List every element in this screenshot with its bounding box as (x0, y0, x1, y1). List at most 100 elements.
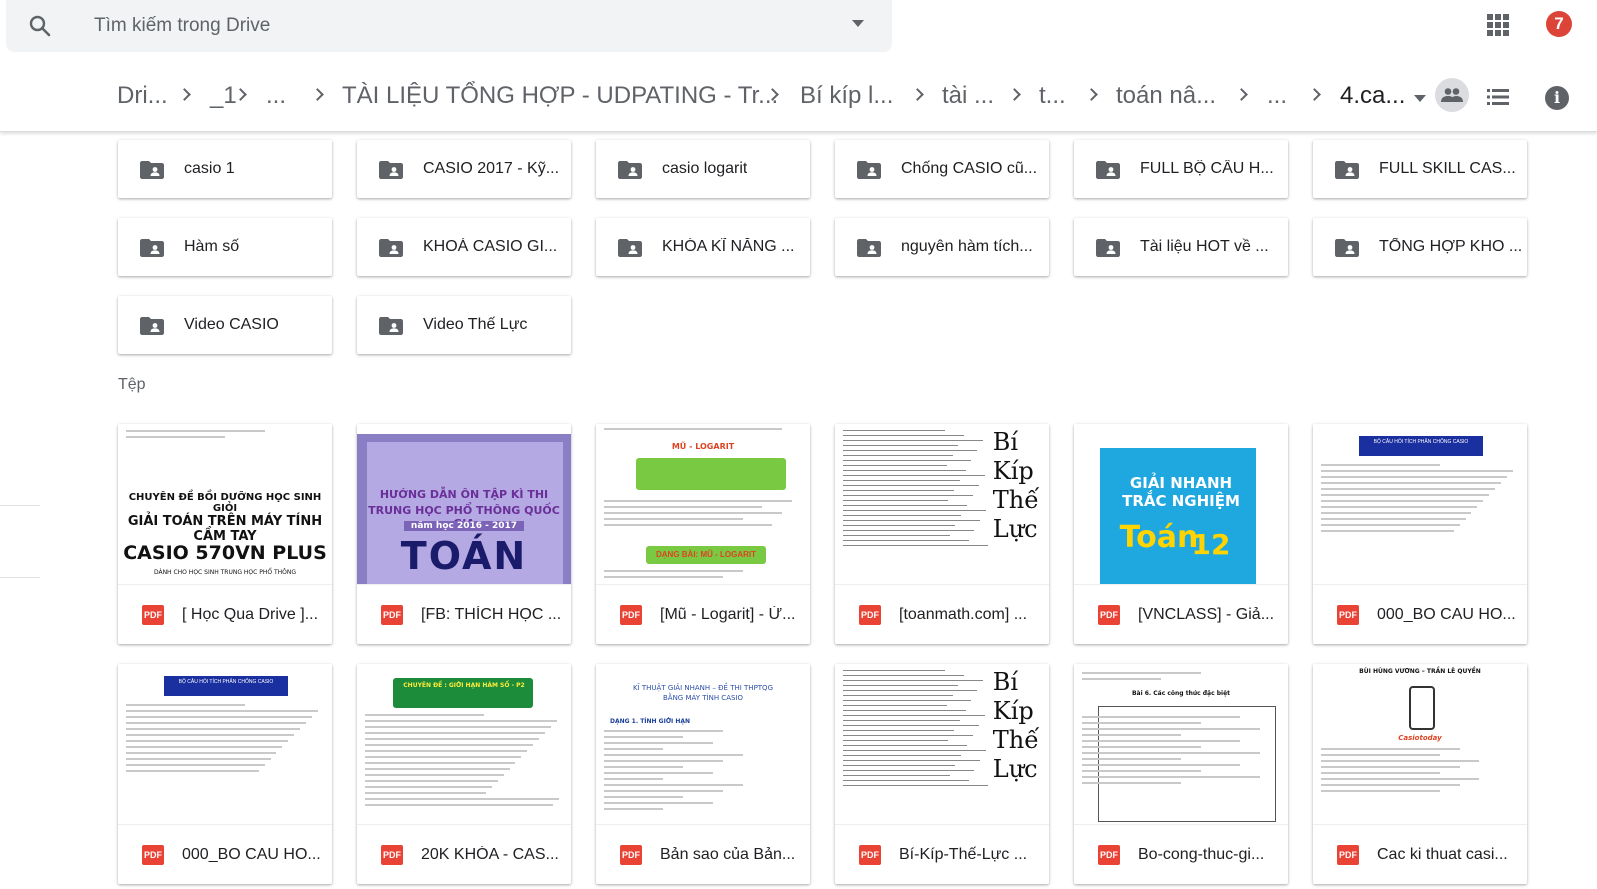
folder-item[interactable]: KHÓA KĨ NĂNG ... (596, 218, 810, 276)
text-lines (1321, 748, 1519, 796)
folder-item[interactable]: casio 1 (118, 140, 332, 198)
thumb-text: HƯỚNG DẪN ÔN TẬP KÌ THI (379, 488, 549, 501)
search-input[interactable] (94, 15, 794, 37)
file-item[interactable]: CHUYÊN ĐỀ BỒI DƯỠNG HỌC SINH GIỎI GIẢI TO… (118, 424, 332, 644)
file-item[interactable]: Bài 6. Các công thức đặc biệt PDF Bo-cong-… (1074, 664, 1288, 884)
text-lines (126, 430, 324, 442)
file-info-bar: PDF 20K KHÓA - CAS... (357, 824, 571, 884)
text-lines (843, 670, 989, 790)
search-bar[interactable] (6, 0, 892, 52)
breadcrumb-item[interactable]: TÀI LIỆU TỔNG HỢP - UDPATING - Tr... (342, 82, 778, 110)
file-thumbnail[interactable]: HƯỚNG DẪN ÔN TẬP KÌ THI TRUNG HỌC PHỔ THÔ… (357, 424, 571, 584)
folder-name: KHOÁ CASIO GI... (423, 238, 558, 255)
pdf-icon: PDF (859, 604, 881, 625)
chevron-right-icon (311, 88, 324, 101)
file-item[interactable]: BÙI HÙNG VƯƠNG – TRẦN LÊ QUYỀN Casiotoday… (1313, 664, 1527, 884)
file-thumbnail[interactable]: Bí Kíp Thế Lực (835, 664, 1049, 824)
thumb-text: năm học 2016 - 2017 (404, 521, 524, 531)
file-thumbnail[interactable]: Bí Kíp Thế Lực (835, 424, 1049, 584)
shared-folder-icon (140, 161, 164, 179)
folder-name: Hàm số (184, 238, 240, 255)
notification-badge[interactable]: 7 (1546, 11, 1572, 37)
folder-name: casio 1 (184, 160, 235, 177)
file-item[interactable]: CHUYÊN ĐỀ : GIỚI HẠN HÀM SỐ - P2 PDF 20K K… (357, 664, 571, 884)
shared-people-icon[interactable] (1435, 78, 1469, 112)
info-icon[interactable]: i (1545, 86, 1569, 110)
text-lines (126, 704, 324, 776)
divider (0, 505, 40, 506)
folder-item[interactable]: CASIO 2017 - Kỹ... (357, 140, 571, 198)
folder-item[interactable]: Tài liệu HOT về ... (1074, 218, 1288, 276)
breadcrumb-item[interactable]: Dri... (117, 82, 168, 110)
breadcrumb-current[interactable]: 4.ca... (1340, 82, 1405, 110)
file-thumbnail[interactable]: Bài 6. Các công thức đặc biệt (1074, 664, 1288, 824)
folder-name: CASIO 2017 - Kỹ... (423, 160, 560, 177)
file-name: 000_BO CAU HO... (182, 845, 321, 863)
folder-item[interactable]: Video CASIO (118, 296, 332, 354)
file-thumbnail[interactable]: BỘ CÂU HỎI TÍCH PHÂN CHỐNG CASIO (118, 664, 332, 824)
green-box (636, 458, 786, 490)
shared-folder-icon (857, 239, 881, 257)
file-thumbnail[interactable]: CHUYÊN ĐỀ BỒI DƯỠNG HỌC SINH GIỎI GIẢI TO… (118, 424, 332, 584)
file-info-bar: PDF Bo-cong-thuc-gi... (1074, 824, 1288, 884)
file-item[interactable]: HƯỚNG DẪN ÔN TẬP KÌ THI TRUNG HỌC PHỔ THÔ… (357, 424, 571, 644)
file-item[interactable]: MŨ - LOGARIT DẠNG BÀI: MŨ - LOGARIT PDF [Mũ… (596, 424, 810, 644)
shared-folder-icon (1335, 161, 1359, 179)
chevron-right-icon (1008, 88, 1021, 101)
shared-folder-icon (618, 161, 642, 179)
shared-folder-icon (379, 161, 403, 179)
folder-item[interactable]: nguyên hàm tích... (835, 218, 1049, 276)
breadcrumb-item[interactable]: ... (1267, 82, 1287, 110)
thumb-text: TRẮC NGHIỆM (1122, 492, 1240, 510)
pdf-icon: PDF (620, 604, 642, 625)
file-name: Cac ki thuat casi... (1377, 845, 1508, 863)
search-options-chevron-down-icon[interactable] (852, 20, 864, 27)
folder-item[interactable]: Chống CASIO cũ... (835, 140, 1049, 198)
shared-folder-icon (379, 317, 403, 335)
shared-folder-icon (140, 239, 164, 257)
folder-item[interactable]: KHOÁ CASIO GI... (357, 218, 571, 276)
breadcrumb-item[interactable]: t... (1039, 82, 1066, 110)
shared-folder-icon (1096, 239, 1120, 257)
file-item[interactable]: Bí Kíp Thế Lực PDF [toanmath.com] ... (835, 424, 1049, 644)
folder-name: Chống CASIO cũ... (901, 160, 1038, 177)
file-thumbnail[interactable]: MŨ - LOGARIT DẠNG BÀI: MŨ - LOGARIT (596, 424, 810, 584)
thumb-text: BÙI HÙNG VƯƠNG – TRẦN LÊ QUYỀN (1359, 668, 1481, 675)
folder-item[interactable]: Video Thế Lực (357, 296, 571, 354)
file-info-bar: PDF [Mũ - Logarit] - Ứ... (596, 584, 810, 644)
pdf-icon: PDF (620, 844, 642, 865)
folder-item[interactable]: FULL BỘ CÂU H... (1074, 140, 1288, 198)
breadcrumb-item[interactable]: Bí kíp l... (800, 82, 893, 110)
breadcrumb-item[interactable]: ... (266, 82, 286, 110)
breadcrumb-item[interactable]: _1 (210, 82, 237, 110)
file-name: Bo-cong-thuc-gi... (1138, 845, 1265, 863)
apps-grid-icon[interactable] (1487, 14, 1509, 36)
file-thumbnail[interactable]: GIẢI NHANH TRẮC NGHIỆM Toán 12 (1074, 424, 1288, 584)
file-item[interactable]: KĨ THUẬT GIẢI NHANH – ĐỀ THI THPTQG BẰNG … (596, 664, 810, 884)
folder-item[interactable]: TỔNG HỢP KHO ... (1313, 218, 1527, 276)
folder-menu-chevron-down-icon[interactable] (1414, 95, 1426, 102)
search-icon[interactable] (28, 14, 52, 38)
folder-name: Tài liệu HOT về ... (1140, 238, 1269, 255)
file-thumbnail[interactable]: BỘ CÂU HỎI TÍCH PHÂN CHỐNG CASIO (1313, 424, 1527, 584)
folder-name: nguyên hàm tích... (901, 238, 1033, 255)
file-name: Bản sao của Bản... (660, 845, 796, 863)
folder-item[interactable]: Hàm số (118, 218, 332, 276)
file-item[interactable]: GIẢI NHANH TRẮC NGHIỆM Toán 12 PDF [VNCLASS] … (1074, 424, 1288, 644)
file-thumbnail[interactable]: KĨ THUẬT GIẢI NHANH – ĐỀ THI THPTQG BẰNG … (596, 664, 810, 824)
pdf-icon: PDF (142, 604, 164, 625)
list-view-icon[interactable] (1487, 88, 1509, 106)
folder-item[interactable]: FULL SKILL CAS... (1313, 140, 1527, 198)
file-thumbnail[interactable]: CHUYÊN ĐỀ : GIỚI HẠN HÀM SỐ - P2 (357, 664, 571, 824)
text-lines (604, 730, 802, 814)
file-item[interactable]: Bí Kíp Thế Lực PDF Bí-Kíp-Thế-Lực ... (835, 664, 1049, 884)
breadcrumb-item[interactable]: tài ... (942, 82, 994, 110)
file-item[interactable]: BỘ CÂU HỎI TÍCH PHÂN CHỐNG CASIO PDF 000_B… (1313, 424, 1527, 644)
file-item[interactable]: BỘ CÂU HỎI TÍCH PHÂN CHỐNG CASIO PDF 000_B… (118, 664, 332, 884)
file-thumbnail[interactable]: BÙI HÙNG VƯƠNG – TRẦN LÊ QUYỀN Casiotoday (1313, 664, 1527, 824)
shared-folder-icon (1335, 239, 1359, 257)
thumb-text: 12 (1191, 528, 1231, 561)
pdf-icon: PDF (142, 844, 164, 865)
breadcrumb-item[interactable]: toán nâ... (1116, 82, 1216, 110)
folder-item[interactable]: casio logarit (596, 140, 810, 198)
